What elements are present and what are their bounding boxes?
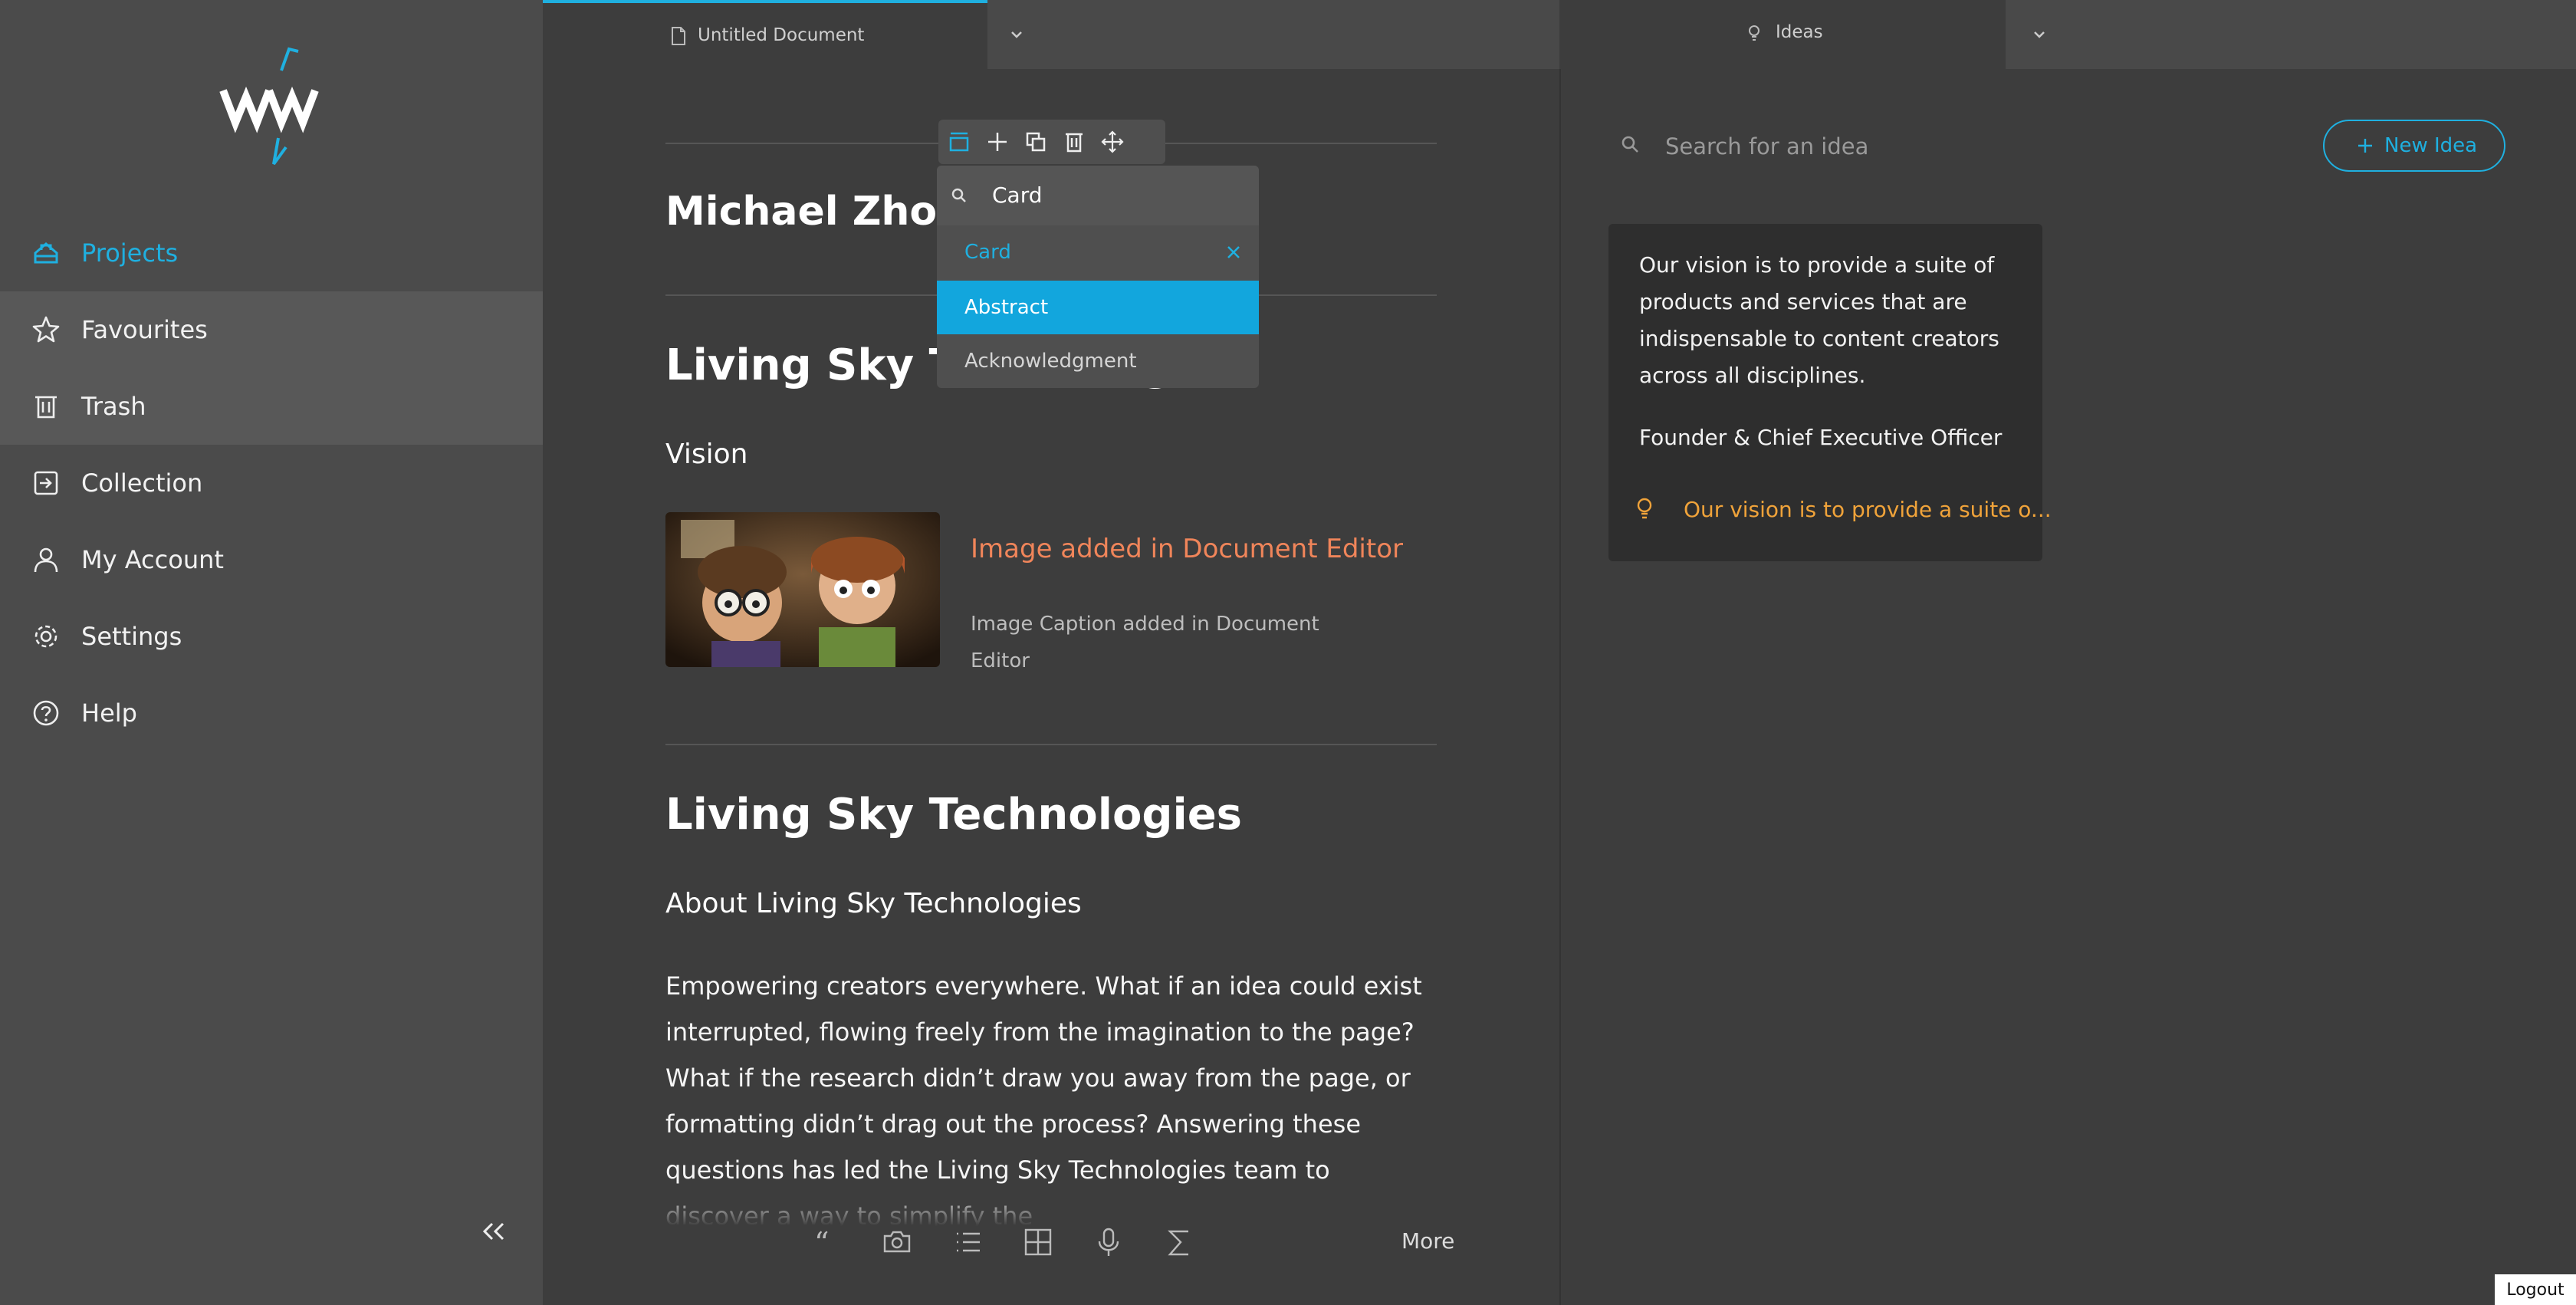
sidebar-item-trash[interactable]: Trash	[0, 368, 543, 445]
chevron-down-icon	[1006, 26, 1027, 43]
trash-icon[interactable]	[1056, 120, 1092, 164]
idea-body: Our vision is to provide a suite of prod…	[1639, 252, 1999, 388]
idea-link[interactable]: Our vision is to provide a suite o...	[1684, 497, 2052, 522]
dropdown-option-acknowledgment[interactable]: Acknowledgment	[937, 334, 1259, 388]
collection-icon	[29, 466, 63, 500]
logout-button[interactable]: Logout	[2495, 1274, 2576, 1305]
sidebar-item-label: Help	[81, 699, 137, 728]
app-logo[interactable]	[219, 44, 326, 171]
gear-icon	[29, 620, 63, 653]
option-label: Card	[964, 241, 1011, 264]
idea-search-input[interactable]	[1664, 129, 2203, 164]
svg-text:“: “	[814, 1226, 829, 1259]
add-icon[interactable]	[980, 120, 1015, 164]
close-icon[interactable]	[1225, 244, 1242, 261]
dropdown-option-abstract[interactable]: Abstract	[937, 281, 1259, 334]
document-icon	[670, 26, 687, 46]
new-idea-button[interactable]: New Idea	[2323, 120, 2505, 172]
lightbulb-icon	[1748, 25, 1760, 43]
move-icon[interactable]	[1095, 120, 1130, 164]
sidebar-item-projects[interactable]: Projects	[0, 215, 543, 291]
sidebar-item-label: Trash	[81, 392, 146, 421]
image-title[interactable]: Image added in Document Editor	[971, 534, 1403, 564]
option-label: Abstract	[964, 296, 1049, 319]
list-icon[interactable]	[951, 1225, 984, 1259]
chevron-down-icon	[2029, 26, 2050, 43]
microphone-icon[interactable]	[1092, 1225, 1125, 1259]
sidebar-item-help[interactable]: Help	[0, 675, 543, 751]
author-name[interactable]: Michael Zhou	[665, 189, 965, 235]
user-icon	[29, 543, 63, 577]
new-idea-label: New Idea	[2384, 134, 2478, 157]
table-icon[interactable]	[1021, 1225, 1055, 1259]
card-type-icon[interactable]	[941, 120, 977, 164]
projects-icon	[29, 236, 63, 270]
duplicate-icon[interactable]	[1018, 120, 1053, 164]
sidebar-item-collection[interactable]: Collection	[0, 445, 543, 521]
trash-icon	[29, 390, 63, 423]
quote-icon[interactable]: “	[810, 1225, 843, 1259]
double-chevron-left-icon[interactable]	[475, 1216, 514, 1247]
more-button[interactable]: More	[1401, 1228, 1454, 1254]
section-title[interactable]: Living Sky Technologies	[665, 790, 1242, 840]
divider	[665, 744, 1437, 745]
idea-card[interactable]: Our vision is to provide a suite of prod…	[1608, 224, 2052, 561]
tab-ideas[interactable]: Ideas	[1559, 0, 2006, 69]
plus-icon	[2357, 137, 2374, 154]
sidebar-item-label: My Account	[81, 545, 224, 574]
sidebar-item-label: Collection	[81, 468, 203, 498]
idea-role: Founder & Chief Executive Officer	[1639, 425, 2003, 450]
camera-icon[interactable]	[880, 1225, 914, 1259]
sidebar-item-label: Settings	[81, 622, 182, 651]
section-subtitle[interactable]: About Living Sky Technologies	[665, 888, 1082, 919]
block-type-search-value: Card	[992, 182, 1043, 208]
option-label: Acknowledgment	[964, 350, 1137, 373]
ideas-panel	[1559, 0, 2576, 1305]
sidebar: Projects Favourites Trash Collection My …	[0, 0, 543, 1305]
document-tab-dropdown[interactable]	[987, 0, 1559, 69]
sidebar-item-label: Favourites	[81, 315, 208, 344]
sidebar-item-favourites[interactable]: Favourites	[0, 291, 543, 368]
sidebar-item-settings[interactable]: Settings	[0, 598, 543, 675]
lightbulb-icon	[1636, 497, 1653, 521]
block-type-dropdown: Card Card Abstract Acknowledgment	[937, 166, 1259, 388]
dropdown-option-card[interactable]: Card	[937, 225, 1259, 279]
search-icon	[951, 187, 968, 204]
ideas-tab-dropdown[interactable]	[2006, 0, 2576, 69]
document-image[interactable]	[665, 512, 940, 667]
block-toolbar	[938, 120, 1165, 164]
block-type-search[interactable]: Card	[937, 166, 1259, 225]
tab-document[interactable]: Untitled Document	[543, 0, 987, 69]
sigma-icon[interactable]	[1162, 1225, 1196, 1259]
tab-label: Untitled Document	[698, 25, 865, 45]
search-icon	[1621, 135, 1641, 155]
section-subtitle[interactable]: Vision	[665, 439, 748, 470]
star-icon	[29, 313, 63, 347]
sidebar-item-my-account[interactable]: My Account	[0, 521, 543, 598]
image-caption[interactable]: Image Caption added in Document Editor	[971, 606, 1331, 679]
sidebar-item-label: Projects	[81, 238, 179, 268]
help-icon	[29, 696, 63, 730]
tab-label: Ideas	[1776, 22, 1823, 42]
